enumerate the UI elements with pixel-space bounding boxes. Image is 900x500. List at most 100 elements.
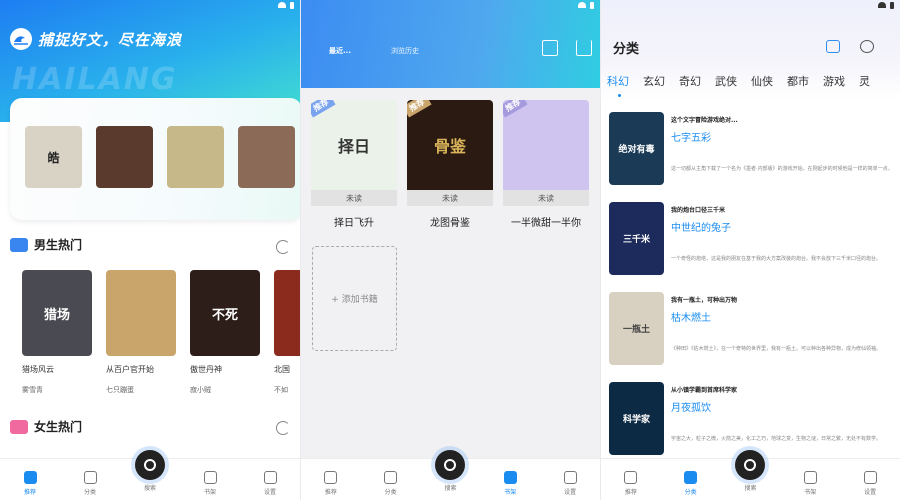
book-subtitle: 七字五彩 bbox=[671, 133, 711, 144]
tab-home[interactable]: 推荐 bbox=[611, 471, 651, 496]
search-icon bbox=[135, 450, 165, 480]
tab-layers[interactable]: 分类 bbox=[70, 471, 110, 496]
shelf-book[interactable]: 择日 推荐 未读 择日飞升 bbox=[311, 100, 397, 229]
refresh-icon[interactable] bbox=[276, 421, 290, 435]
male-section-icon bbox=[10, 237, 28, 252]
tab-home[interactable]: 推荐 bbox=[311, 471, 351, 496]
gear-icon bbox=[263, 471, 277, 484]
tab-history[interactable]: 浏览历史 bbox=[391, 46, 419, 56]
download-icon[interactable] bbox=[576, 40, 592, 56]
book-title: 我的炮台口径三千米 bbox=[671, 207, 726, 214]
hero-book-cover[interactable]: 皓 bbox=[25, 126, 82, 188]
book-title: 傲世丹神 bbox=[190, 365, 222, 374]
tab-layers[interactable]: 分类 bbox=[371, 471, 411, 496]
category-screen: 分类 科幻 玄幻 奇幻 武侠 仙侠 都市 游戏灵 绝对有毒 这个文字冒险游戏绝对... 七字五彩… bbox=[601, 0, 900, 500]
category-feed: 绝对有毒 这个文字冒险游戏绝对... 七字五彩 这一切都从主角下载了一个名为《墨者·内… bbox=[609, 110, 894, 470]
grid-view-icon[interactable] bbox=[542, 40, 558, 56]
shelf-grid: 择日 推荐 未读 择日飞升 骨鉴 推荐 未读 龙图骨鉴 推荐 未读 一半微甜一半你 bbox=[311, 100, 589, 229]
tab-gear[interactable]: 设置 bbox=[550, 471, 590, 496]
feed-item[interactable]: 一瓶土 我有一瓶土，可种出万物 枯木燃土 《种田》《枯木燃土》，在一个奇特的世界里，我… bbox=[609, 290, 894, 378]
tab-home[interactable]: 推荐 bbox=[10, 471, 50, 496]
tab-book[interactable]: 书架 bbox=[190, 471, 230, 496]
hero-book-cover[interactable] bbox=[238, 126, 295, 188]
battery-icon bbox=[890, 1, 894, 9]
book-cover: 猎场 bbox=[22, 270, 92, 356]
tab-layers[interactable]: 分类 bbox=[671, 471, 711, 496]
book-card[interactable]: 北国 不如 bbox=[274, 270, 300, 395]
page-title: 分类 bbox=[613, 42, 640, 57]
book-card[interactable]: 不死 傲世丹神 寂小贼 bbox=[190, 270, 260, 395]
tab-label: 书架 bbox=[804, 489, 817, 496]
unread-label: 未读 bbox=[503, 190, 589, 206]
male-hot-list: 猎场 猎场风云 雾雪青 从百户官开始 七只蹦蛋 不死 傲世丹神 寂小贼 北国 不如 bbox=[22, 270, 300, 395]
helmet-icon[interactable] bbox=[860, 40, 874, 53]
tab-gear[interactable]: 设置 bbox=[850, 471, 890, 496]
book-title: 这个文字冒险游戏绝对... bbox=[671, 117, 738, 124]
status-bar bbox=[278, 0, 294, 10]
feed-item[interactable]: 绝对有毒 这个文字冒险游戏绝对... 七字五彩 这一切都从主角下载了一个名为《墨者·内… bbox=[609, 110, 894, 198]
category-tab[interactable]: 仙侠 bbox=[751, 73, 773, 89]
book-title: 一半微甜一半你 bbox=[511, 218, 581, 229]
category-tab[interactable]: 奇幻 bbox=[679, 73, 701, 89]
book-card[interactable]: 从百户官开始 七只蹦蛋 bbox=[106, 270, 176, 395]
shelf-book[interactable]: 骨鉴 推荐 未读 龙图骨鉴 bbox=[407, 100, 493, 229]
category-tab[interactable]: 武侠 bbox=[715, 73, 737, 89]
tab-book[interactable]: 书架 bbox=[790, 471, 830, 496]
tab-label: 推荐 bbox=[324, 489, 337, 496]
book-card[interactable]: 猎场 猎场风云 雾雪青 bbox=[22, 270, 92, 395]
add-book-button[interactable]: + 添加书籍 bbox=[312, 246, 397, 351]
shelf-book[interactable]: 推荐 未读 一半微甜一半你 bbox=[503, 100, 589, 229]
book-title: 从百户官开始 bbox=[106, 365, 154, 374]
filter-icon[interactable] bbox=[826, 40, 840, 53]
category-tab[interactable]: 科幻 bbox=[607, 73, 629, 97]
hero-book-cover[interactable] bbox=[167, 126, 224, 188]
book-cover: 一瓶土 bbox=[609, 292, 664, 365]
wifi-icon bbox=[878, 2, 886, 8]
book-cover bbox=[274, 270, 300, 356]
book-description: 《种田》《枯木燃土》，在一个奇特的世界里，我有一瓶土。可以种出各种异物，成为修仙… bbox=[671, 346, 882, 352]
book-title: 北国 bbox=[274, 365, 290, 374]
hero-carousel[interactable]: 皓 bbox=[10, 98, 300, 220]
tab-search[interactable]: 搜索 bbox=[130, 450, 170, 492]
status-bar bbox=[878, 0, 894, 10]
feed-item[interactable]: 三千米 我的炮台口径三千米 中世纪的兔子 一个奇怪的炮塔，这是我的朋友在基于我的大方案… bbox=[609, 200, 894, 288]
book-author: 不如 bbox=[274, 386, 288, 394]
layers-icon bbox=[83, 471, 97, 484]
section-title: 男生热门 bbox=[34, 238, 83, 252]
home-icon bbox=[324, 471, 338, 484]
gear-icon bbox=[563, 471, 577, 484]
book-icon bbox=[503, 471, 517, 484]
book-subtitle: 月夜孤饮 bbox=[671, 403, 711, 414]
recommend-screen: 捕捉好文，尽在海浪 HAILANG 皓 男生热门 猎场 猎场风云 雾雪青 从百户官开始… bbox=[0, 0, 300, 500]
book-icon bbox=[203, 471, 217, 484]
gear-icon bbox=[863, 471, 877, 484]
section-female-hot: 女生热门 bbox=[10, 418, 82, 435]
bottom-tab-bar: 推荐 分类 搜索 书架 设置 bbox=[0, 450, 300, 500]
book-author: 寂小贼 bbox=[190, 386, 211, 394]
book-subtitle: 中世纪的兔子 bbox=[671, 223, 731, 234]
book-title: 择日飞升 bbox=[334, 218, 374, 229]
search-icon bbox=[735, 450, 766, 480]
bottom-tab-bar: 推荐 分类 搜索 书架 设置 bbox=[301, 450, 600, 500]
category-tab[interactable]: 灵 bbox=[859, 73, 870, 89]
brand-watermark: HAILANG bbox=[12, 62, 178, 97]
category-tab[interactable]: 游戏 bbox=[823, 73, 845, 89]
tab-label: 搜索 bbox=[744, 485, 757, 492]
tab-book[interactable]: 书架 bbox=[490, 471, 530, 496]
section-title: 女生热门 bbox=[34, 420, 83, 434]
tab-search[interactable]: 搜索 bbox=[430, 450, 470, 492]
book-cover: 三千米 bbox=[609, 202, 664, 275]
book-author: 雾雪青 bbox=[22, 386, 43, 394]
book-title: 从小镇学霸到首席科学家 bbox=[671, 387, 738, 394]
tab-gear[interactable]: 设置 bbox=[250, 471, 290, 496]
tab-recent[interactable]: 最近... bbox=[329, 46, 351, 56]
tab-label: 搜索 bbox=[444, 485, 457, 492]
tab-search[interactable]: 搜索 bbox=[730, 450, 770, 492]
refresh-icon[interactable] bbox=[276, 240, 290, 254]
book-title: 我有一瓶土，可种出万物 bbox=[671, 297, 738, 304]
category-tab[interactable]: 玄幻 bbox=[643, 73, 665, 89]
hero-book-cover[interactable] bbox=[96, 126, 153, 188]
category-tab[interactable]: 都市 bbox=[787, 73, 809, 89]
book-cover: 择日 推荐 bbox=[311, 100, 397, 190]
book-cover: 科学家 bbox=[609, 382, 664, 455]
